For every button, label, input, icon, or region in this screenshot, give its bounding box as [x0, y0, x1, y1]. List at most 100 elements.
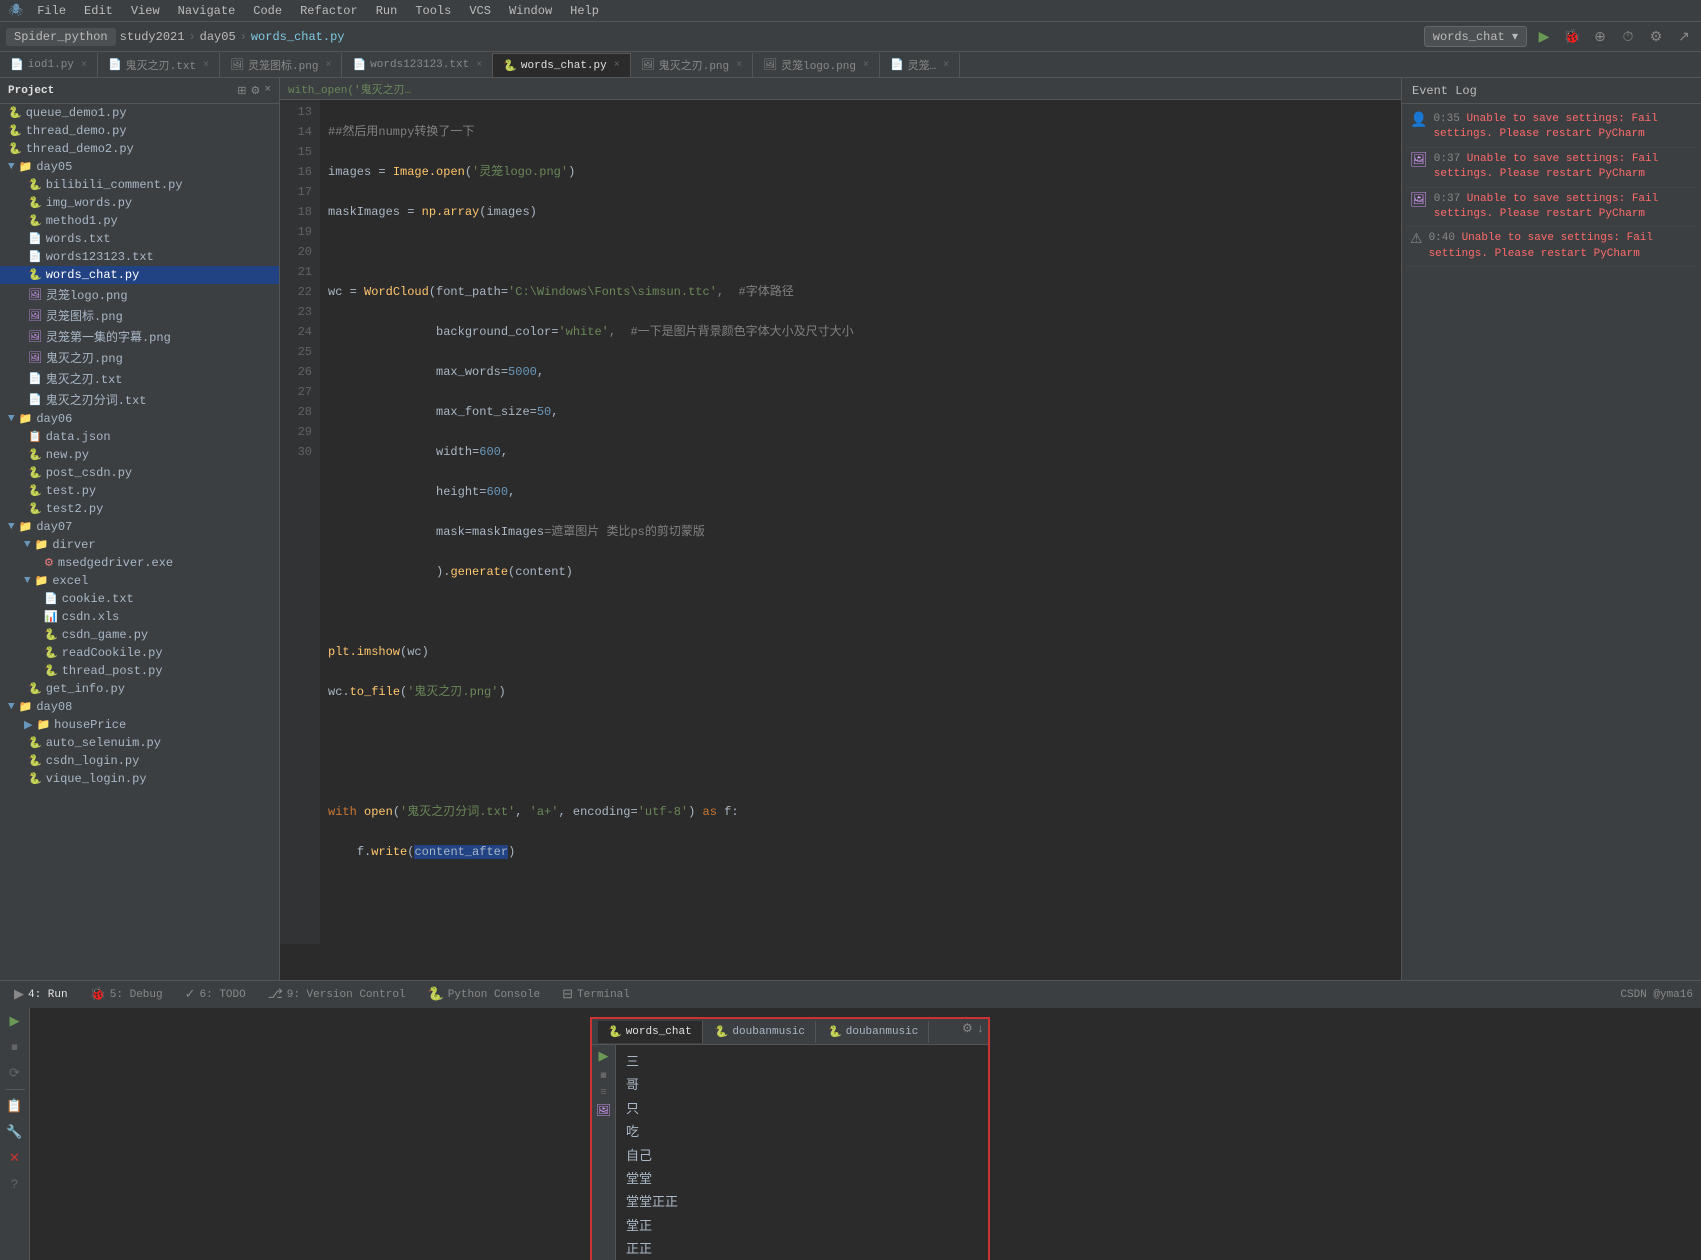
- tree-item[interactable]: 🐍img_words.py: [0, 194, 279, 212]
- tree-item[interactable]: 🐍thread_demo2.py: [0, 140, 279, 158]
- tree-item[interactable]: 🐍csdn_login.py: [0, 752, 279, 770]
- popup-settings-icon[interactable]: ⚙: [962, 1021, 973, 1036]
- tab-linlong-extra[interactable]: 📄 灵笼… ×: [880, 53, 960, 77]
- tab-guimie-txt[interactable]: 📄 鬼灭之刃.txt ×: [98, 53, 220, 77]
- run-close-btn[interactable]: ✕: [5, 1148, 25, 1168]
- code-lines[interactable]: ##然后用numpy转换了一下 images = Image.open('灵笼l…: [320, 100, 1401, 944]
- popup-tab-douban1[interactable]: 🐍 doubanmusic: [705, 1021, 816, 1043]
- tree-item[interactable]: 🐍new.py: [0, 446, 279, 464]
- run-button[interactable]: ▶: [1533, 26, 1555, 48]
- tree-item[interactable]: 📄words.txt: [0, 230, 279, 248]
- popup-pin-icon[interactable]: ↓: [977, 1022, 984, 1036]
- tree-folder-housePrice[interactable]: ▶📁housePrice: [0, 716, 279, 734]
- tree-item[interactable]: 📄cookie.txt: [0, 590, 279, 608]
- toolbar: Spider_python study2021 › day05 › words_…: [0, 22, 1701, 52]
- tab-iod1[interactable]: 📄 iod1.py ×: [0, 53, 98, 77]
- menu-edit[interactable]: Edit: [76, 2, 121, 20]
- tree-item[interactable]: 🐍readCookile.py: [0, 644, 279, 662]
- run-help-btn[interactable]: ?: [5, 1174, 25, 1194]
- tree-item[interactable]: 🖼鬼灭之刃.png: [0, 347, 279, 368]
- tree-item[interactable]: 📊csdn.xls: [0, 608, 279, 626]
- status-run[interactable]: ▶ 4: Run: [8, 985, 74, 1004]
- menu-help[interactable]: Help: [562, 2, 607, 20]
- output-text[interactable]: 三 哥 只 吃 自己 堂堂 堂堂正正 堂正 正正 打败 的 阻击: [616, 1045, 988, 1260]
- tree-item[interactable]: 🖼灵笼logo.png: [0, 284, 279, 305]
- tab-words123[interactable]: 📄 words123123.txt ×: [342, 53, 493, 77]
- output-img-btn[interactable]: 🖼: [596, 1103, 611, 1118]
- tree-item[interactable]: 📄鬼灭之刃分词.txt: [0, 389, 279, 410]
- status-python-console[interactable]: 🐍 Python Console: [422, 985, 547, 1004]
- popup-tab-douban2[interactable]: 🐍 doubanmusic: [818, 1021, 929, 1043]
- tab-linlong-logo[interactable]: 🖼 灵笼logo.png ×: [753, 53, 880, 77]
- tree-item[interactable]: 🖼灵笼图标.png: [0, 305, 279, 326]
- output-line-9: 正正: [626, 1238, 978, 1260]
- popup-tab-words[interactable]: 🐍 words_chat: [598, 1021, 703, 1043]
- menu-file[interactable]: File: [29, 2, 74, 20]
- status-terminal[interactable]: ⊟ Terminal: [556, 985, 636, 1004]
- status-right: CSDN @yma16: [1620, 989, 1693, 1001]
- menu-vcs[interactable]: VCS: [461, 2, 499, 20]
- menu-code[interactable]: Code: [245, 2, 290, 20]
- run-config[interactable]: words_chat ▾: [1424, 26, 1527, 47]
- tree-folder-day07[interactable]: ▼📁day07: [0, 518, 279, 536]
- run-play-btn[interactable]: ▶: [5, 1011, 25, 1031]
- tree-item[interactable]: 🐍thread_post.py: [0, 662, 279, 680]
- profile-button[interactable]: ⏱: [1617, 26, 1639, 48]
- tree-item[interactable]: 🐍csdn_game.py: [0, 626, 279, 644]
- editor-area[interactable]: with_open('鬼灭之刃… 13141516 17181920 21222…: [280, 78, 1401, 980]
- log-entry-2: 🖼 0:37 Unable to save settings: Fail set…: [1406, 148, 1697, 188]
- tree-item[interactable]: 🐍test.py: [0, 482, 279, 500]
- menu-run[interactable]: Run: [368, 2, 406, 20]
- tree-item[interactable]: 🐍bilibili_comment.py: [0, 176, 279, 194]
- sidebar-header: Project ⊞ ⚙ ×: [0, 78, 279, 104]
- tree-item-words-chat[interactable]: 🐍words_chat.py: [0, 266, 279, 284]
- run-stop-btn[interactable]: ⏹: [5, 1037, 25, 1057]
- tree-folder-dirver[interactable]: ▼📁dirver: [0, 536, 279, 554]
- tree-item[interactable]: 🐍vique_login.py: [0, 770, 279, 788]
- tree-item[interactable]: 📋data.json: [0, 428, 279, 446]
- status-debug[interactable]: 🐞 5: Debug: [84, 985, 169, 1004]
- tree-item[interactable]: 🖼灵笼第一集的字幕.png: [0, 326, 279, 347]
- tree-item[interactable]: 📄鬼灭之刃.txt: [0, 368, 279, 389]
- tree-item[interactable]: 🐍thread_demo.py: [0, 122, 279, 140]
- status-vcs[interactable]: ⎇ 9: Version Control: [262, 985, 412, 1004]
- output-filter-btn[interactable]: ≡: [600, 1087, 607, 1099]
- editor-scroll[interactable]: 13141516 17181920 21222324 25262728 2930…: [280, 100, 1401, 980]
- output-stop-btn[interactable]: ⏹: [600, 1068, 607, 1083]
- output-run-btn[interactable]: ▶: [599, 1049, 609, 1064]
- status-todo[interactable]: ✓ 6: TODO: [179, 985, 252, 1004]
- tree-item[interactable]: 🐍auto_selenuim.py: [0, 734, 279, 752]
- tab-close-iod1[interactable]: ×: [81, 60, 87, 71]
- tab-words-chat[interactable]: 🐍 words_chat.py ×: [493, 53, 631, 77]
- tree-folder-excel[interactable]: ▼📁excel: [0, 572, 279, 590]
- tree-folder-day05[interactable]: ▼📁day05: [0, 158, 279, 176]
- tree-item[interactable]: 🐍post_csdn.py: [0, 464, 279, 482]
- menu-tools[interactable]: Tools: [407, 2, 459, 20]
- tab-linlong-png[interactable]: 🖼 灵笼图标.png ×: [220, 53, 342, 77]
- tree-item-words123[interactable]: 📄words123123.txt: [0, 248, 279, 266]
- tree-folder-day06[interactable]: ▼📁day06: [0, 410, 279, 428]
- menu-view[interactable]: View: [123, 2, 168, 20]
- tree-item[interactable]: 🐍get_info.py: [0, 680, 279, 698]
- tree-item[interactable]: 🐍test2.py: [0, 500, 279, 518]
- run-scroll-btn[interactable]: 📋: [5, 1096, 25, 1116]
- run-rerun-btn[interactable]: ⟳: [5, 1063, 25, 1083]
- tree-folder-day08[interactable]: ▼📁day08: [0, 698, 279, 716]
- menu-navigate[interactable]: Navigate: [170, 2, 244, 20]
- coverage-button[interactable]: ⊕: [1589, 26, 1611, 48]
- settings-button[interactable]: ⚙: [1645, 26, 1667, 48]
- sidebar-icon-layout[interactable]: ⊞: [237, 84, 246, 98]
- tree-item[interactable]: 🐍method1.py: [0, 212, 279, 230]
- tab-guimie-png[interactable]: 🖼 鬼灭之刃.png ×: [631, 53, 753, 77]
- tree-item[interactable]: ⚙msedgedriver.exe: [0, 554, 279, 572]
- menu-window[interactable]: Window: [501, 2, 560, 20]
- run-filter-btn[interactable]: 🔧: [5, 1122, 25, 1142]
- debug-button[interactable]: 🐞: [1561, 26, 1583, 48]
- sidebar-icon-settings[interactable]: ⚙: [251, 84, 261, 98]
- tree-item[interactable]: 🐍queue_demo1.py: [0, 104, 279, 122]
- sidebar-icon-close[interactable]: ×: [264, 84, 271, 98]
- breadcrumb-day05: day05: [200, 30, 236, 44]
- vcs-button[interactable]: ↗: [1673, 26, 1695, 48]
- event-log-content[interactable]: 👤 0:35 Unable to save settings: Fail set…: [1402, 104, 1701, 980]
- menu-refactor[interactable]: Refactor: [292, 2, 366, 20]
